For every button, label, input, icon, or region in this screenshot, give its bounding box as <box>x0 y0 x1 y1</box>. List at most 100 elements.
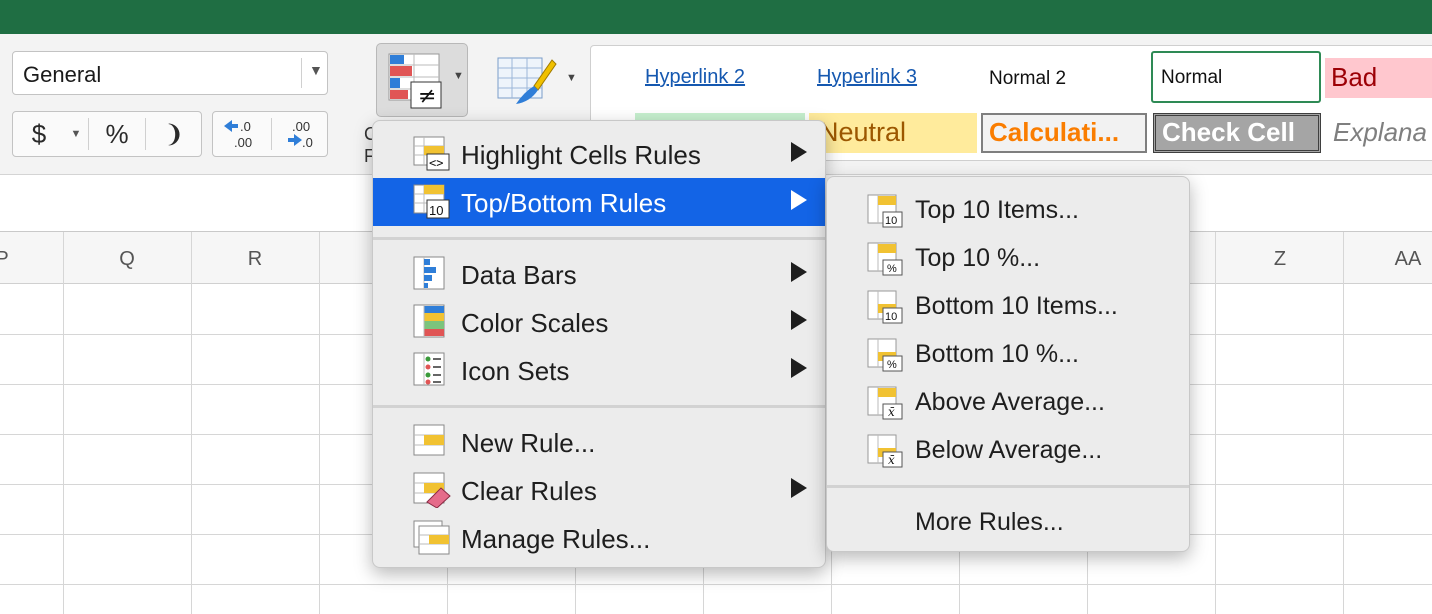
menu-item-highlight-cells-rules[interactable]: <> Highlight Cells Rules <box>373 130 825 178</box>
grid-line <box>319 232 320 614</box>
svg-text:.0: .0 <box>240 119 251 134</box>
percent-button[interactable]: % <box>89 112 145 156</box>
menu-item-label: Highlight Cells Rules <box>461 140 701 170</box>
svg-text:.0: .0 <box>302 135 313 150</box>
percent-icon: % <box>105 118 129 149</box>
submenu-arrow-icon <box>791 142 807 162</box>
increase-decimal-icon: .0 .00 <box>224 119 252 150</box>
grid-line <box>1215 232 1216 614</box>
submenu-item-label: Top 10 Items... <box>915 196 1079 224</box>
comma-style-button[interactable]: ❩ <box>146 112 202 156</box>
menu-item-label: Icon Sets <box>461 356 570 386</box>
increase-decimal-button[interactable]: .0 .00 <box>213 112 271 156</box>
style-hyperlink-2[interactable]: Hyperlink 2 <box>645 66 745 89</box>
bottom-10-items-icon: 10 <box>867 290 903 324</box>
grid-line <box>0 584 1432 585</box>
menu-separator <box>373 405 825 408</box>
svg-text:10: 10 <box>885 311 897 323</box>
icon-sets-icon <box>413 352 445 386</box>
style-normal-label: Normal <box>1161 67 1223 88</box>
style-bad[interactable]: Bad <box>1325 58 1432 98</box>
top-bottom-rules-submenu: 10 Top 10 Items... % Top 10 %... 10 Bott… <box>826 176 1190 552</box>
conditional-formatting-button[interactable]: ≠ ▼ <box>376 43 468 117</box>
chevron-down-icon: ▼ <box>70 128 82 140</box>
submenu-arrow-icon <box>791 478 807 498</box>
svg-text:x̄: x̄ <box>888 453 895 467</box>
menu-item-icon-sets[interactable]: Icon Sets <box>373 346 825 394</box>
menu-item-color-scales[interactable]: Color Scales <box>373 298 825 346</box>
style-normal[interactable]: Normal <box>1151 51 1321 103</box>
top-10-percent-icon: % <box>867 242 903 276</box>
currency-button[interactable]: $ <box>13 112 65 156</box>
svg-text:10: 10 <box>885 215 897 227</box>
top-bottom-rules-icon: 10 <box>413 184 450 219</box>
submenu-item-label: Below Average... <box>915 436 1103 464</box>
submenu-arrow-icon <box>791 358 807 378</box>
column-header-r[interactable]: R <box>235 248 275 271</box>
menu-item-top-bottom-rules[interactable]: 10 Top/Bottom Rules <box>373 178 825 226</box>
submenu-item-label: Top 10 %... <box>915 244 1041 272</box>
menu-item-label: Clear Rules <box>461 476 597 506</box>
menu-separator <box>827 485 1189 488</box>
submenu-item-bottom-10-percent[interactable]: % Bottom 10 %... <box>827 330 1189 378</box>
submenu-item-more-rules[interactable]: More Rules... <box>827 498 1189 546</box>
svg-text:10: 10 <box>429 203 443 218</box>
menu-item-new-rule[interactable]: New Rule... <box>373 418 825 466</box>
column-header-q[interactable]: Q <box>107 248 147 271</box>
currency-dropdown-button[interactable]: ▼ <box>65 112 87 156</box>
column-header-z[interactable]: Z <box>1260 248 1300 271</box>
currency-icon: $ <box>31 118 47 149</box>
svg-text:.00: .00 <box>292 119 310 134</box>
chevron-down-icon: ▼ <box>453 70 464 82</box>
manage-rules-icon <box>413 520 450 555</box>
bottom-10-percent-icon: % <box>867 338 903 372</box>
submenu-arrow-icon <box>791 310 807 330</box>
svg-text:<>: <> <box>429 156 443 170</box>
submenu-item-above-average[interactable]: x̄ Above Average... <box>827 378 1189 426</box>
new-rule-icon <box>413 424 445 456</box>
submenu-item-top-10-items[interactable]: 10 Top 10 Items... <box>827 186 1189 234</box>
style-neutral[interactable]: Neutral <box>809 113 977 153</box>
menu-item-data-bars[interactable]: Data Bars <box>373 250 825 298</box>
format-as-table-icon <box>497 57 557 104</box>
submenu-item-below-average[interactable]: x̄ Below Average... <box>827 426 1189 474</box>
number-format-value: General <box>23 62 102 87</box>
dropdown-divider <box>301 58 302 88</box>
column-header-p[interactable]: P <box>0 248 22 271</box>
data-bars-icon <box>413 256 445 290</box>
style-explanatory-label: Explana <box>1333 117 1427 147</box>
below-average-icon: x̄ <box>867 434 903 468</box>
decrease-decimal-button[interactable]: .00 .0 <box>272 112 328 156</box>
top-10-items-icon: 10 <box>867 194 903 228</box>
svg-text:x̄: x̄ <box>888 405 895 419</box>
highlight-cells-rules-icon: <> <box>413 136 450 171</box>
grid-line <box>1343 232 1344 614</box>
menu-item-label: Color Scales <box>461 308 609 338</box>
format-as-table-button[interactable]: ▼ <box>494 52 584 112</box>
conditional-formatting-icon: ≠ <box>388 53 442 109</box>
submenu-item-top-10-percent[interactable]: % Top 10 %... <box>827 234 1189 282</box>
style-explanatory[interactable]: Explana <box>1327 113 1432 153</box>
style-neutral-label: Neutral <box>819 117 907 147</box>
style-calculation[interactable]: Calculati... <box>981 113 1147 153</box>
submenu-item-label: Bottom 10 Items... <box>915 292 1118 320</box>
submenu-arrow-icon <box>791 262 807 282</box>
style-hyperlink-3[interactable]: Hyperlink 3 <box>817 66 917 89</box>
style-check-cell[interactable]: Check Cell <box>1153 113 1321 153</box>
number-format-dropdown[interactable]: General ▼ <box>12 51 328 95</box>
decimal-group: .0 .00 .00 .0 <box>212 111 328 157</box>
menu-item-label: Data Bars <box>461 260 577 290</box>
style-check-cell-label: Check Cell <box>1162 117 1295 147</box>
menu-separator <box>373 237 825 240</box>
svg-text:%: % <box>887 263 897 275</box>
column-header-aa[interactable]: AA <box>1388 248 1428 271</box>
conditional-formatting-menu: <> Highlight Cells Rules 10 Top/Bottom R… <box>372 120 826 568</box>
submenu-item-bottom-10-items[interactable]: 10 Bottom 10 Items... <box>827 282 1189 330</box>
above-average-icon: x̄ <box>867 386 903 420</box>
menu-item-label: Top/Bottom Rules <box>461 188 667 218</box>
style-normal-2[interactable]: Normal 2 <box>989 68 1066 90</box>
submenu-item-label: Bottom 10 %... <box>915 340 1079 368</box>
submenu-item-label: More Rules... <box>915 508 1064 536</box>
menu-item-clear-rules[interactable]: Clear Rules <box>373 466 825 514</box>
menu-item-manage-rules[interactable]: Manage Rules... <box>373 514 825 562</box>
